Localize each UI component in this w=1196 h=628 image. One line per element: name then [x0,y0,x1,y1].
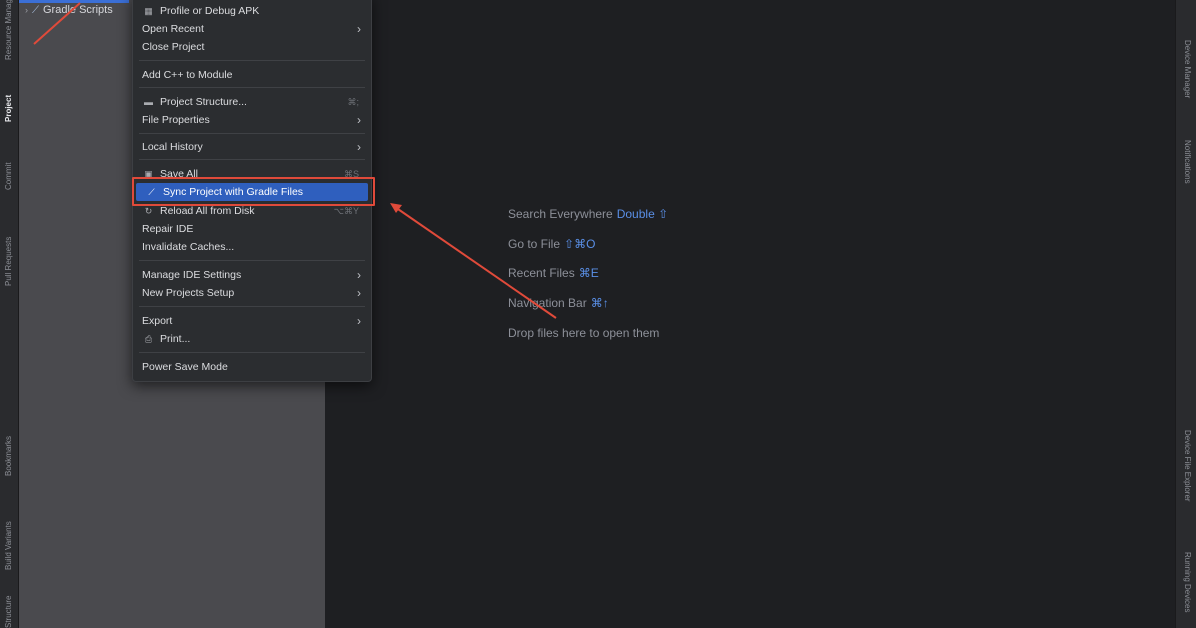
tool-notifications[interactable]: Notifications [1180,140,1194,210]
menu-item-repair-ide[interactable]: Repair IDE [133,220,371,238]
chevron-right-icon[interactable]: › [25,5,28,15]
menu-item-label: Profile or Debug APK [160,5,260,17]
menu-item-manage-ide-settings[interactable]: Manage IDE Settings › [133,266,371,284]
chevron-right-icon: › [357,314,361,328]
menu-separator [139,352,365,353]
hint-navigation-bar: Navigation Bar ⌘↑ [508,296,609,310]
shortcut-label: ⌘; [347,96,359,107]
tool-structure[interactable]: Structure [2,584,16,628]
chevron-right-icon: › [357,113,361,127]
hint-label: Drop files here to open them [508,326,660,340]
right-tool-strip: Device Manager Notifications Device File… [1175,0,1196,628]
menu-item-label: Open Recent [142,23,204,35]
menu-item-label: Add C++ to Module [142,69,233,81]
menu-separator [139,87,365,88]
menu-item-print[interactable]: ⎙ Print... [133,330,371,348]
tool-commit[interactable]: Commit [2,150,16,190]
menu-item-label: Power Save Mode [142,361,228,373]
tree-item-label: Gradle Scripts [43,4,113,16]
hint-label: Recent Files [508,266,575,280]
menu-item-local-history[interactable]: Local History › [133,138,371,156]
tool-bookmarks[interactable]: Bookmarks [2,412,16,476]
menu-item-label: Repair IDE [142,223,194,235]
left-tool-strip: Resource Manager Project Commit Pull Req… [0,0,19,628]
menu-item-export[interactable]: Export › [133,312,371,330]
folder-icon: ▬ [144,97,153,107]
menu-item-add-cpp-module[interactable]: Add C++ to Module [133,66,371,84]
menu-separator [139,133,365,134]
menu-separator [139,159,365,160]
gradle-icon: ⟋ [32,4,39,16]
chevron-right-icon: › [357,140,361,154]
hint-label: Go to File [508,237,561,251]
hint-key: Double ⇧ [616,207,669,221]
tool-resource-manager[interactable]: Resource Manager [2,0,16,60]
menu-separator [139,260,365,261]
chevron-right-icon: › [357,268,361,282]
tool-running-devices[interactable]: Running Devices [1180,552,1194,628]
menu-item-file-properties[interactable]: File Properties › [133,111,371,129]
hint-label: Navigation Bar [508,296,587,310]
menu-item-invalidate-caches[interactable]: Invalidate Caches... [133,238,371,256]
menu-item-label: New Projects Setup [142,287,235,299]
hint-search-everywhere: Search Everywhere Double ⇧ [508,207,668,221]
menu-item-label: Print... [160,333,191,345]
tool-pull-requests[interactable]: Pull Requests [2,212,16,286]
menu-item-label: Invalidate Caches... [142,241,235,253]
tool-device-manager[interactable]: Device Manager [1180,40,1194,120]
chevron-right-icon: › [357,22,361,36]
menu-item-label: Manage IDE Settings [142,269,242,281]
tree-item-gradle-scripts[interactable]: › ⟋ Gradle Scripts [25,4,113,16]
menu-item-project-structure[interactable]: ▬ Project Structure... ⌘; [133,93,371,111]
menu-separator [139,306,365,307]
hint-recent-files: Recent Files ⌘E [508,266,599,280]
selected-row-indicator [19,0,129,3]
hint-drop-files: Drop files here to open them [508,326,659,340]
shortcut-label: ⌥⌘Y [333,205,359,216]
menu-item-label: Reload All from Disk [160,205,255,217]
menu-item-label: Project Structure... [160,96,247,108]
tool-build-variants[interactable]: Build Variants [2,494,16,570]
apk-icon: ▦ [144,5,153,16]
menu-item-label: Close Project [142,41,205,53]
menu-item-close-project[interactable]: Close Project [133,38,371,56]
menu-item-label: Export [142,315,173,327]
chevron-right-icon: › [357,286,361,300]
hint-go-to-file: Go to File ⇧⌘O [508,237,595,251]
menu-item-new-projects-setup[interactable]: New Projects Setup › [133,284,371,302]
tool-project[interactable]: Project [2,86,16,122]
menu-item-label: Local History [142,141,203,153]
menu-item-profile-debug-apk[interactable]: ▦ Profile or Debug APK [133,2,371,20]
menu-separator [139,60,365,61]
menu-item-label: File Properties [142,114,210,126]
print-icon: ⎙ [144,333,153,344]
annotation-highlight-box [132,177,375,206]
hint-key: ⌘E [578,266,599,280]
menu-item-open-recent[interactable]: Open Recent › [133,20,371,38]
hint-label: Search Everywhere [508,207,613,221]
hint-key: ⇧⌘O [564,237,596,251]
tool-device-file-explorer[interactable]: Device File Explorer [1180,430,1194,540]
hint-key: ⌘↑ [590,296,609,310]
reload-icon: ↻ [144,205,153,216]
editor-empty-area[interactable]: Search Everywhere Double ⇧ Go to File ⇧⌘O … [325,0,1176,628]
menu-item-power-save-mode[interactable]: Power Save Mode [133,358,371,376]
